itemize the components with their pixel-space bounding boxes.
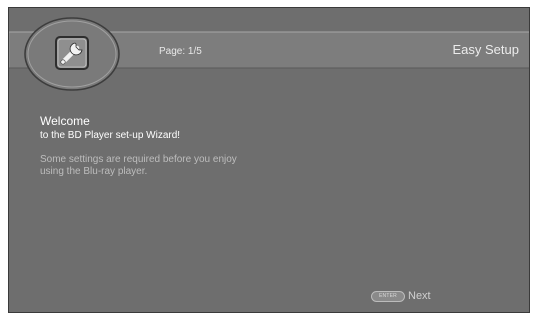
instruction-line-1: Some settings are required before you en… [40, 154, 237, 165]
setup-screen: Page: 1/5 Easy Setup Welcome to the BD P… [8, 7, 530, 313]
setup-logo [23, 16, 121, 92]
welcome-subheading: to the BD Player set-up Wizard! [40, 130, 181, 141]
screen-title: Easy Setup [452, 42, 520, 57]
next-label: Next [408, 290, 431, 302]
page-indicator: Page: 1/5 [159, 46, 202, 57]
instruction-line-2: using the Blu-ray player. [40, 166, 148, 177]
logo-oval [24, 17, 120, 91]
enter-key-badge: ENTER [371, 290, 405, 302]
welcome-heading: Welcome [40, 114, 90, 128]
next-button[interactable]: ENTER Next [371, 290, 431, 302]
instruction-text: Some settings are required before you en… [40, 154, 237, 178]
